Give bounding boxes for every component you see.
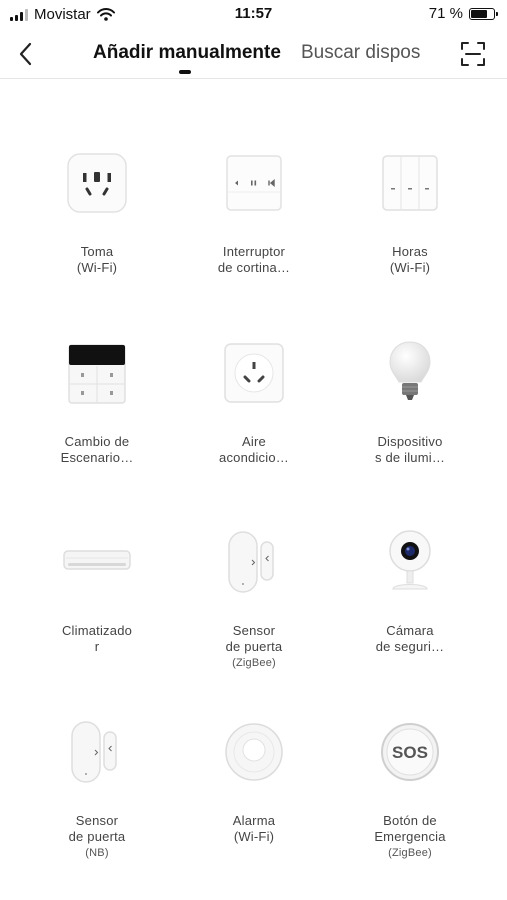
door-sensor-icon (62, 717, 132, 787)
sos-button-icon: SOS (375, 717, 445, 787)
device-label: Sensor de puerta (ZigBee) (225, 623, 283, 669)
ac-socket-icon (219, 338, 289, 408)
device-label: Horas (Wi-Fi) (389, 244, 431, 275)
active-tab-indicator (179, 70, 191, 74)
device-label: Interruptor de cortina… (217, 244, 291, 275)
air-conditioner-icon (62, 527, 132, 597)
device-label: Cambio de Escenario… (60, 434, 134, 465)
smoke-alarm-icon (219, 717, 289, 787)
device-label: Botón de Emergencia (ZigBee) (374, 813, 446, 859)
status-right: 71 % (428, 5, 498, 22)
sos-label: SOS (392, 743, 428, 762)
device-label: Toma (Wi-Fi) (76, 244, 118, 275)
device-label: Climatizado r (61, 623, 133, 654)
device-label: Sensor de puerta (NB) (68, 813, 126, 859)
scene-switch-icon (62, 338, 132, 408)
socket-icon (62, 148, 132, 218)
battery-percent: 71 % (428, 5, 463, 22)
light-bulb-icon (375, 338, 445, 408)
door-sensor-icon (219, 527, 289, 597)
device-label: Aire acondicio… (219, 434, 289, 465)
nav-bar: Añadir manualmente Buscar dispos (0, 30, 507, 79)
device-label: Dispositivo s de ilumi… (374, 434, 446, 465)
battery-icon (469, 7, 498, 20)
device-label: Alarma (Wi-Fi) (232, 813, 276, 844)
tab-search-devices[interactable]: Buscar dispos (301, 42, 423, 64)
status-bar: Movistar 11:57 71 % (0, 0, 507, 28)
security-camera-icon (375, 527, 445, 597)
back-chevron-icon[interactable] (14, 40, 38, 68)
device-label: Cámara de seguri… (375, 623, 445, 654)
tab-add-manually[interactable]: Añadir manualmente (93, 42, 281, 64)
curtain-switch-icon (219, 148, 289, 218)
scan-icon[interactable] (459, 40, 487, 68)
triple-switch-icon (375, 148, 445, 218)
